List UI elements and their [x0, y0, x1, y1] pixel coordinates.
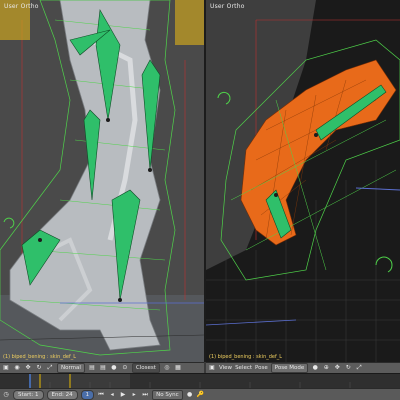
next-keyframe-icon[interactable]: ▸ [130, 391, 138, 399]
left-viewport-header: ▣ ◉ ✥ ↻ ⤢ Normal ▤ ▤ ● ⊙ Closest ◎ ▦ [0, 362, 204, 373]
editor-type-icon[interactable]: ▣ [2, 364, 10, 372]
viewport-left[interactable]: User Ortho (1) biped_bening : skin_def_L [0, 0, 204, 362]
sphere-shading-icon[interactable]: ● [311, 364, 319, 372]
menu-pose[interactable]: Pose [255, 365, 268, 371]
snap-target-dropdown[interactable]: Closest [131, 363, 160, 373]
timeline[interactable] [0, 373, 400, 389]
manipulator-icon[interactable]: ✥ [333, 364, 341, 372]
editor-type-icon[interactable]: ◷ [2, 391, 10, 399]
viewport-status: (1) biped_bening : skin_def_L [209, 354, 283, 360]
start-frame-label: Start: [18, 391, 34, 398]
start-frame-value: 1 [35, 391, 39, 398]
prev-keyframe-icon[interactable]: ◂ [108, 391, 116, 399]
sync-dropdown[interactable]: No Sync [152, 389, 183, 400]
play-icon[interactable]: ▶ [119, 391, 127, 399]
jump-end-icon[interactable]: ⏭ [141, 391, 149, 399]
timeline-ruler [0, 374, 400, 389]
leg-wireframe-render-right [206, 0, 400, 362]
rotate-icon[interactable]: ↻ [344, 364, 352, 372]
snap-icon[interactable]: ⊙ [121, 364, 129, 372]
end-frame-label: End: [51, 391, 64, 398]
viewport-right[interactable]: User Ortho (1) biped_bening : skin_def_L [206, 0, 400, 362]
record-icon[interactable]: ● [186, 391, 194, 399]
menu-view[interactable]: View [219, 365, 232, 371]
layers-icon[interactable]: ▤ [88, 364, 96, 372]
leg-mesh-render-left [0, 0, 204, 362]
scale-icon[interactable]: ⤢ [46, 364, 54, 372]
mode-dropdown[interactable]: Pose Mode [270, 363, 309, 373]
grab-icon[interactable]: ✥ [24, 364, 32, 372]
end-frame-value: 24 [65, 391, 73, 398]
current-frame-field[interactable]: 1 [80, 389, 95, 400]
sphere-shading-icon[interactable]: ● [110, 364, 118, 372]
start-frame-field[interactable]: Start: 1 [13, 389, 44, 400]
viewport-status: (1) biped_bening : skin_def_L [3, 354, 77, 360]
keying-set-icon[interactable]: 🔑 [197, 391, 205, 399]
timeline-footer: ◷ Start: 1 End: 24 1 ⏮ ◂ ▶ ▸ ⏭ No Sync ●… [0, 388, 400, 400]
render-icon[interactable]: ▦ [174, 364, 182, 372]
proportional-icon[interactable]: ◎ [163, 364, 171, 372]
editor-type-icon[interactable]: ▣ [208, 364, 216, 372]
object-mode-icon[interactable]: ◉ [13, 364, 21, 372]
scale-icon[interactable]: ⤢ [355, 364, 363, 372]
pivot-icon[interactable]: ⊕ [322, 364, 330, 372]
rotate-icon[interactable]: ↻ [35, 364, 43, 372]
end-frame-field[interactable]: End: 24 [46, 389, 78, 400]
menu-select[interactable]: Select [235, 365, 252, 371]
layers-icon[interactable]: ▤ [99, 364, 107, 372]
right-viewport-header: ▣ View Select Pose Pose Mode ● ⊕ ✥ ↻ ⤢ [206, 362, 400, 373]
jump-start-icon[interactable]: ⏮ [97, 391, 105, 399]
viewport-label: User Ortho [4, 3, 39, 10]
pivot-dropdown[interactable]: Normal [57, 363, 85, 373]
viewport-label: User Ortho [210, 3, 245, 10]
